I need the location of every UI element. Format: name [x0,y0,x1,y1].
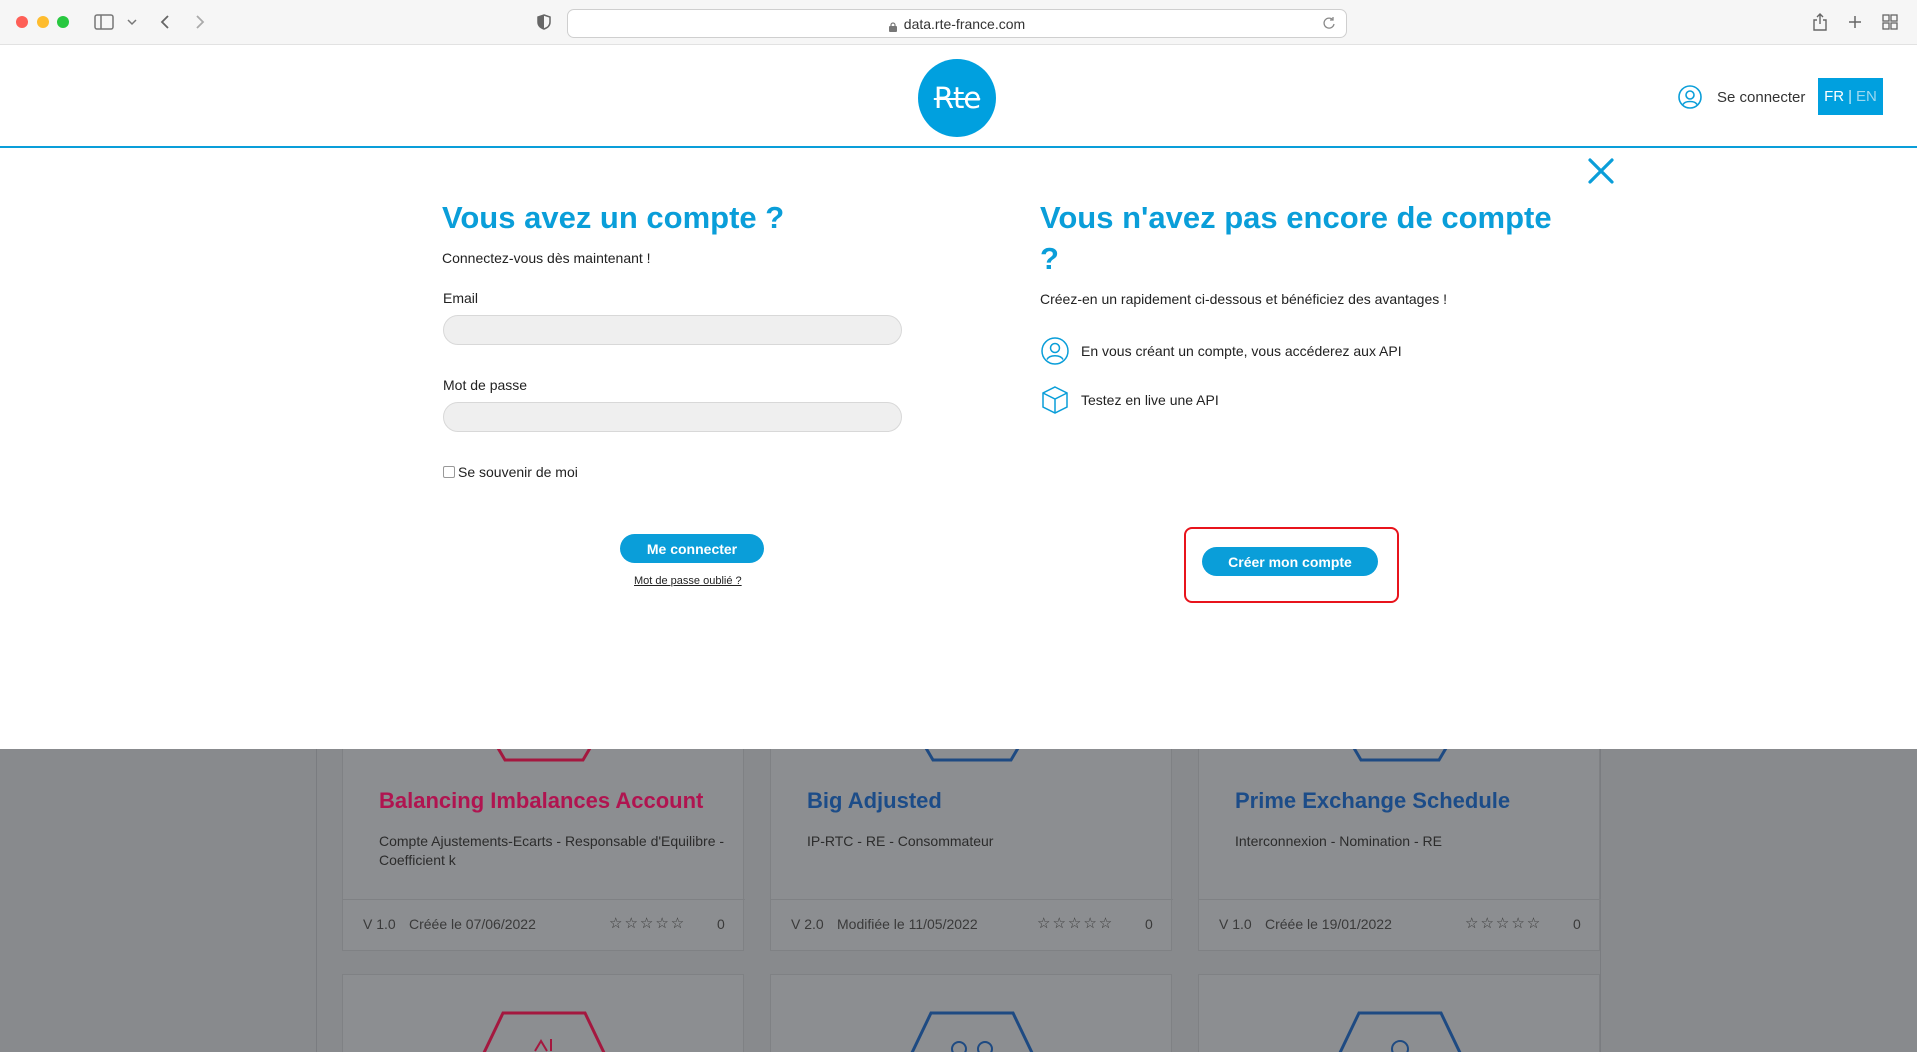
signup-title: Vous n'avez pas encore de compte ? [1040,200,1552,276]
card-footer: V 1.0 Créée le 19/01/2022 ☆☆☆☆☆ 0 [1199,899,1601,947]
create-account-button[interactable]: Créer mon compte [1202,547,1378,576]
login-button[interactable]: Me connecter [620,534,764,563]
lang-separator: | [1848,88,1853,105]
remember-checkbox[interactable] [443,466,455,478]
forgot-password-link[interactable]: Mot de passe oublié ? [634,575,742,587]
api-hexagon-icon [496,749,592,762]
site-header: Rte Se connecter FR | EN [0,45,1917,148]
email-field[interactable] [443,315,902,345]
signup-subtitle: Créez-en un rapidement ci-dessous et bén… [1040,291,1448,307]
benefit-text: En vous créant un compte, vous accéderez… [1081,343,1402,359]
rating-count: 0 [1145,916,1153,932]
logo-text: Rte [933,81,981,115]
card-version: V 1.0 [1219,916,1252,932]
rating-count: 0 [717,916,725,932]
remember-me[interactable]: Se souvenir de moi [443,464,578,480]
api-card[interactable] [342,974,744,1052]
password-field[interactable] [443,402,902,432]
api-hexagon-icon [1352,749,1448,762]
api-card[interactable] [1198,974,1600,1052]
rating-stars[interactable]: ☆☆☆☆☆ [609,914,686,932]
privacy-shield-icon[interactable] [532,10,556,34]
benefit-item-api-access: En vous créant un compte, vous accéderez… [1041,337,1402,365]
remember-label: Se souvenir de moi [458,464,578,480]
chevron-down-icon[interactable] [120,10,144,34]
minimize-window-button[interactable] [37,16,49,28]
cube-icon [1042,386,1068,414]
login-section: Vous avez un compte ? Connectez-vous dès… [442,197,902,266]
card-description: Compte Ajustements-Ecarts - Responsable … [379,833,725,868]
auth-modal: Vous avez un compte ? Connectez-vous dès… [0,149,1917,749]
forward-icon[interactable] [188,10,212,34]
api-card[interactable]: Balancing Imbalances Account Compte Ajus… [342,749,745,951]
lang-fr[interactable]: FR [1824,88,1844,105]
card-footer: V 1.0 Créée le 07/06/2022 ☆☆☆☆☆ 0 [343,899,745,947]
back-icon[interactable] [153,10,177,34]
card-footer: V 2.0 Modifiée le 11/05/2022 ☆☆☆☆☆ 0 [771,899,1173,947]
lang-en[interactable]: EN [1856,88,1877,105]
url-text: data.rte-france.com [903,15,1026,32]
share-icon[interactable] [1808,10,1832,34]
browser-toolbar: data.rte-france.com [0,0,1917,45]
sidebar-toggle-icon[interactable] [92,10,116,34]
api-card[interactable]: Big Adjusted IP-RTC - RE - Consommateur … [770,749,1173,951]
card-title[interactable]: Prime Exchange Schedule [1235,788,1510,814]
api-card[interactable]: Prime Exchange Schedule Interconnexion -… [1198,749,1601,951]
address-bar[interactable]: data.rte-france.com [567,9,1347,38]
rating-count: 0 [1573,916,1581,932]
benefit-item-live-test: Testez en live une API [1041,385,1219,415]
header-login-label: Se connecter [1717,88,1806,106]
card-date: Créée le 19/01/2022 [1265,916,1392,932]
card-version: V 2.0 [791,916,824,932]
password-label: Mot de passe [443,377,528,393]
api-hexagon-icon [1338,1011,1462,1052]
api-hexagon-icon [910,1011,1034,1052]
card-date: Modifiée le 11/05/2022 [837,916,978,932]
zoom-window-button[interactable] [57,16,69,28]
divider [316,749,317,1052]
close-icon[interactable] [1588,158,1614,184]
card-title[interactable]: Balancing Imbalances Account [379,788,703,814]
card-date: Créée le 07/06/2022 [409,916,536,932]
tab-overview-icon[interactable] [1878,10,1902,34]
page-overlay-backdrop: Balancing Imbalances Account Compte Ajus… [0,749,1917,1052]
signup-section: Vous n'avez pas encore de compte ? Créez… [1040,197,1560,307]
login-title: Vous avez un compte ? [442,200,785,235]
login-subtitle: Connectez-vous dès maintenant ! [442,250,651,266]
card-title[interactable]: Big Adjusted [807,788,942,814]
email-label: Email [443,290,479,306]
rating-stars[interactable]: ☆☆☆☆☆ [1037,914,1114,932]
language-switcher[interactable]: FR | EN [1818,78,1883,115]
api-card[interactable] [770,974,1172,1052]
rating-stars[interactable]: ☆☆☆☆☆ [1465,914,1542,932]
user-icon [1678,85,1702,109]
user-icon [1041,337,1069,365]
card-version: V 1.0 [363,916,396,932]
api-hexagon-icon [924,749,1020,762]
reload-icon[interactable] [1322,16,1338,32]
card-description: Interconnexion - Nomination - RE [1235,833,1442,849]
benefit-text: Testez en live une API [1081,392,1219,408]
new-tab-icon[interactable] [1843,10,1867,34]
card-description: IP-RTC - RE - Consommateur [807,833,994,849]
header-login-link[interactable]: Se connecter [1678,85,1805,109]
api-hexagon-icon [482,1011,606,1052]
lock-icon [888,19,897,32]
close-window-button[interactable] [16,16,28,28]
rte-logo[interactable]: Rte [918,59,996,137]
